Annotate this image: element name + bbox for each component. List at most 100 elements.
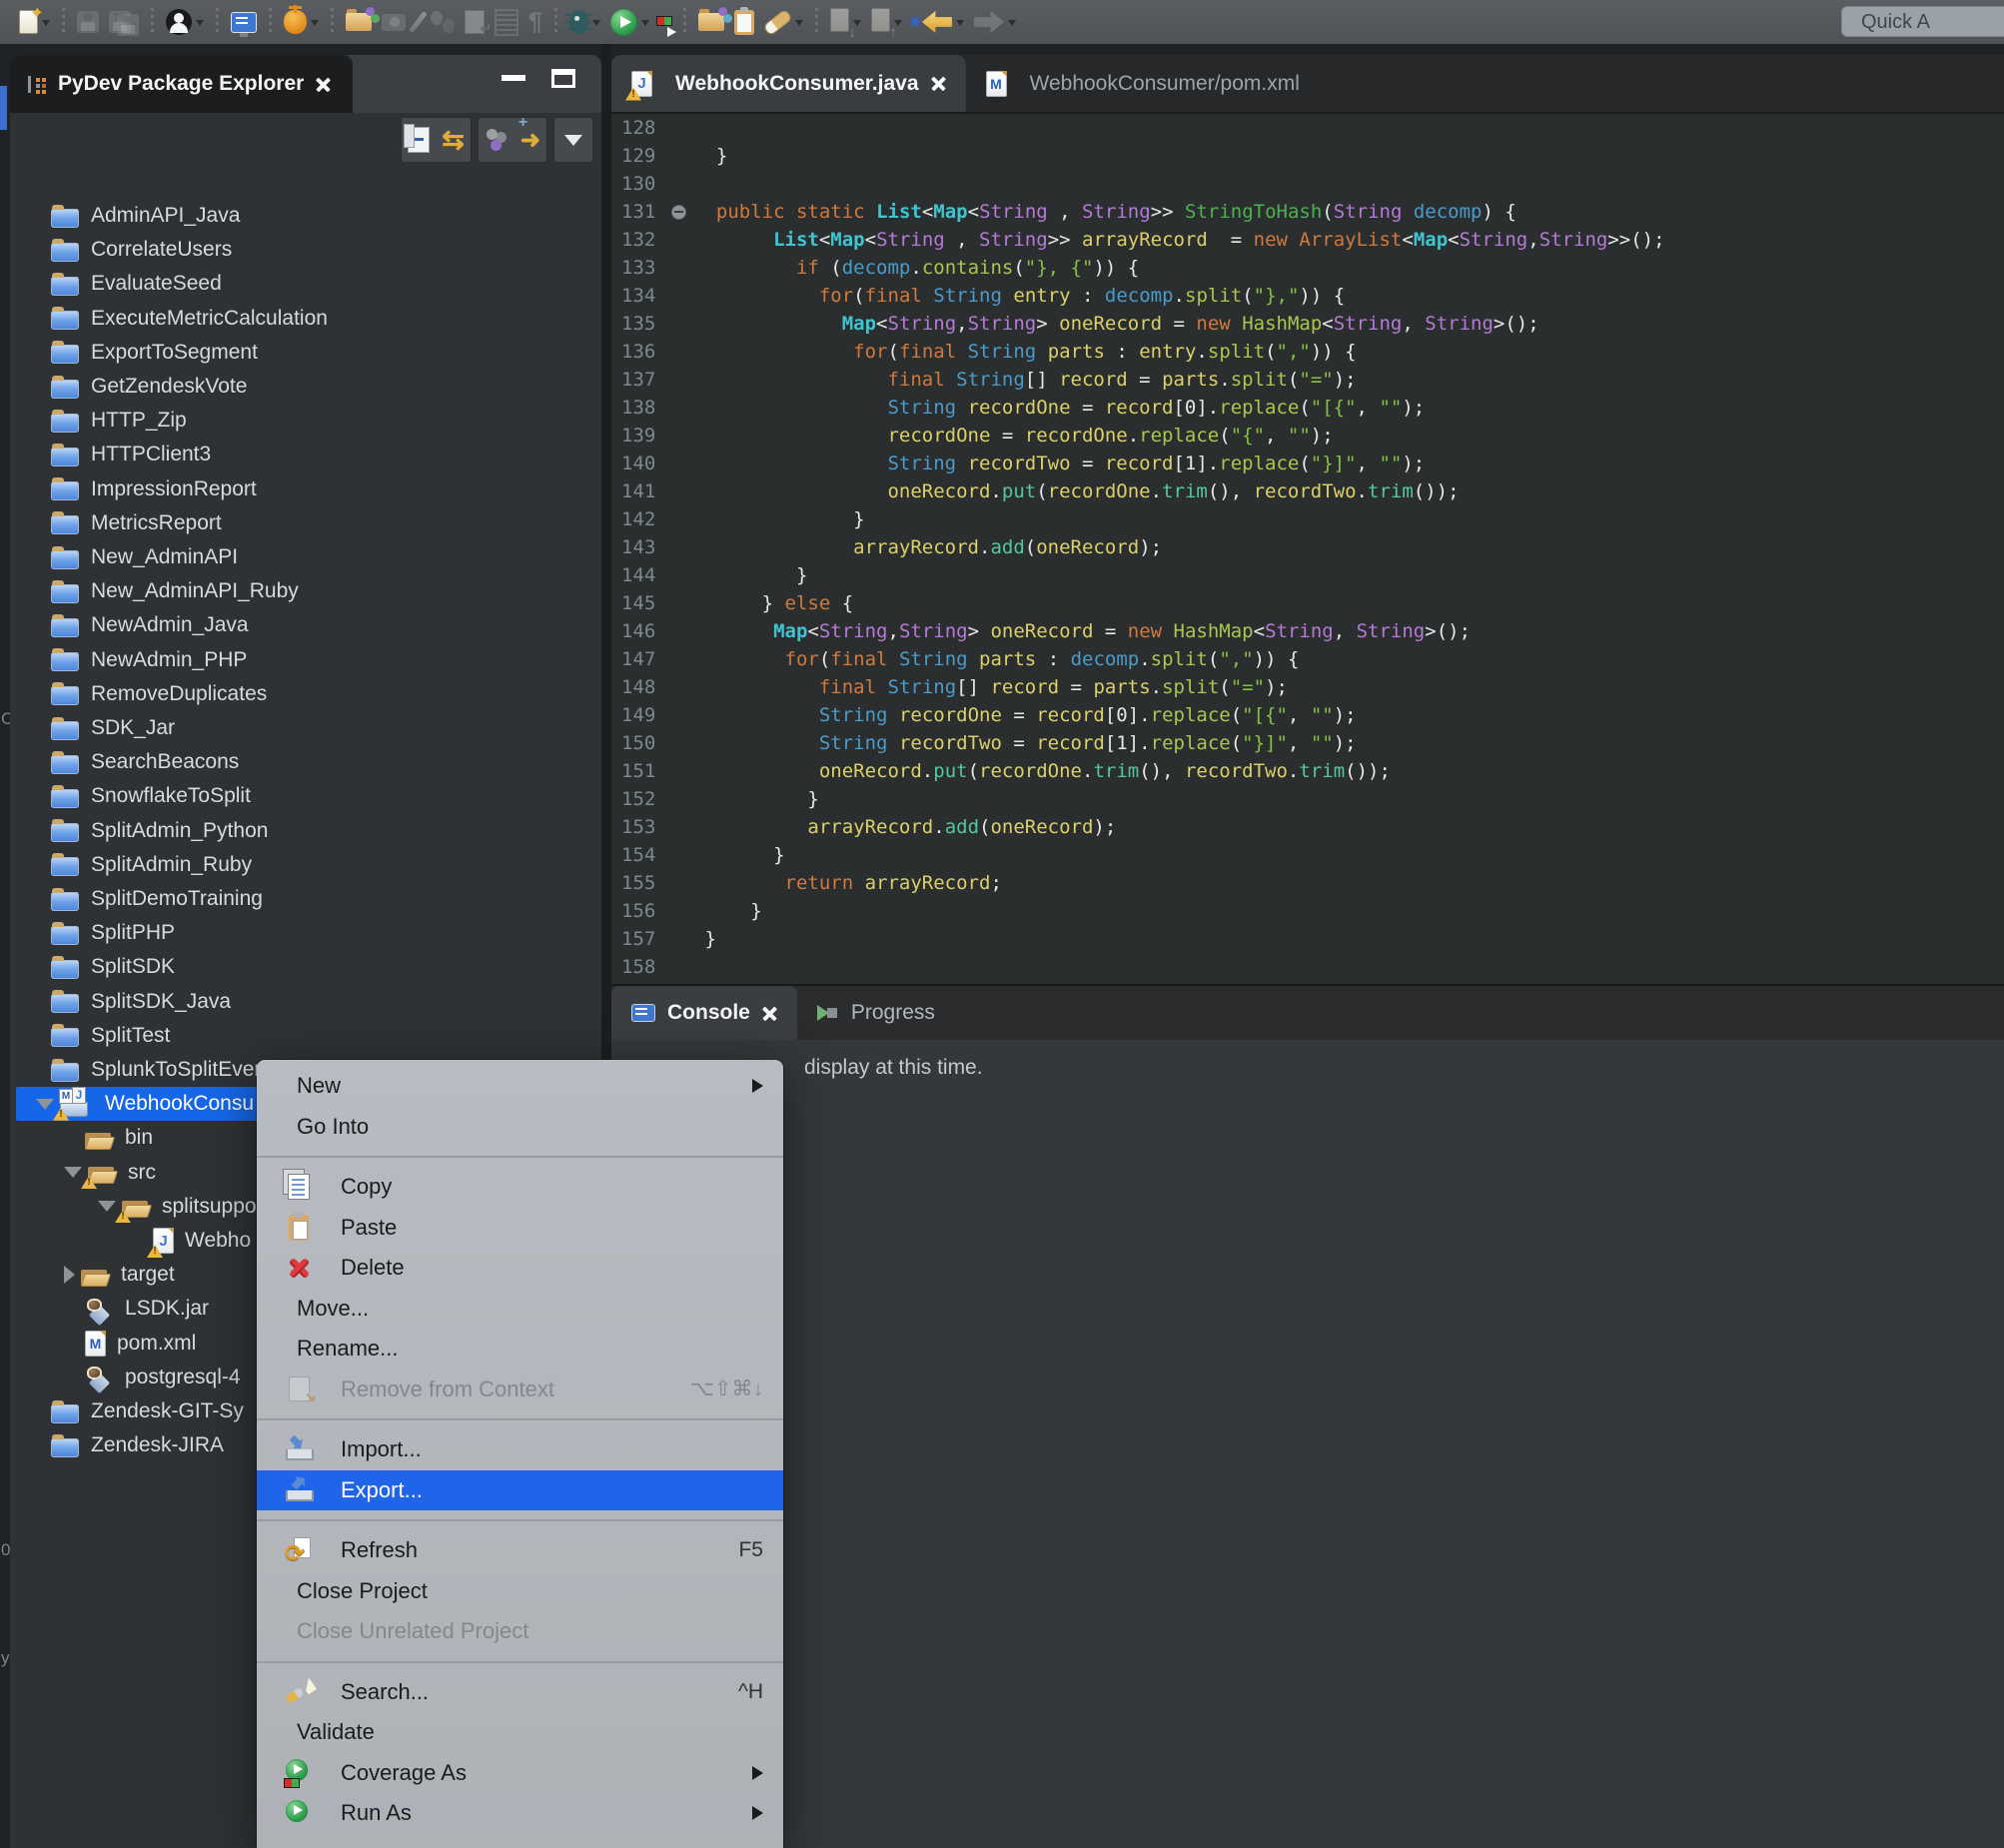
mylyn-task-button[interactable]: [284, 5, 319, 39]
chevron-down-icon[interactable]: [196, 20, 204, 30]
fold-marker-icon[interactable]: [671, 205, 686, 220]
menu-item-rename[interactable]: Rename...: [257, 1329, 783, 1370]
tree-item-http-zip[interactable]: HTTP_Zip: [10, 404, 601, 438]
tree-item-httpclient3[interactable]: HTTPClient3: [10, 438, 601, 471]
tree-item-correlateusers[interactable]: CorrelateUsers: [10, 233, 601, 267]
menu-item-new[interactable]: New: [257, 1066, 783, 1107]
menu-item-run-as[interactable]: Run As: [257, 1793, 783, 1834]
mark-occurrences-button[interactable]: [764, 5, 803, 39]
tree-item-splitsdk[interactable]: SplitSDK: [10, 950, 601, 984]
tree-item-label: MetricsReport: [91, 511, 222, 535]
console-view-button[interactable]: [231, 5, 257, 39]
tree-item-adminapi-java[interactable]: AdminAPI_Java: [10, 199, 601, 233]
menu-item-delete[interactable]: Delete: [257, 1248, 783, 1289]
menu-item-refresh[interactable]: RefreshF5: [257, 1530, 783, 1571]
menu-item-copy[interactable]: Copy: [257, 1167, 783, 1208]
tree-item-snowflaketosplit[interactable]: SnowflakeToSplit: [10, 779, 601, 813]
editor-tab-webhookconsumer-pom-xml[interactable]: MWebhookConsumer/pom.xml: [966, 55, 1320, 112]
open-type-button[interactable]: [698, 5, 724, 39]
compare-button[interactable]: [465, 5, 485, 39]
tree-item-metricsreport[interactable]: MetricsReport: [10, 506, 601, 540]
console-tab-progress[interactable]: Progress: [797, 986, 955, 1040]
menu-item-export[interactable]: Export...: [257, 1470, 783, 1511]
tree-item-new-adminapi[interactable]: New_AdminAPI: [10, 540, 601, 574]
close-icon[interactable]: [316, 77, 331, 92]
tree-item-evaluateseed[interactable]: EvaluateSeed: [10, 267, 601, 301]
close-icon[interactable]: [762, 1006, 777, 1021]
minimize-icon[interactable]: [501, 75, 525, 81]
console-tab-console[interactable]: Console: [611, 986, 797, 1040]
editor-tab-webhookconsumer-java[interactable]: J!WebhookConsumer.java: [611, 55, 966, 112]
tree-item-splitphp[interactable]: SplitPHP: [10, 916, 601, 950]
tree-item-splitadmin-python[interactable]: SplitAdmin_Python: [10, 814, 601, 848]
paste-clipboard-button[interactable]: [734, 5, 754, 39]
menu-item-import[interactable]: Import...: [257, 1429, 783, 1470]
focus-task-icon[interactable]: ➜: [520, 126, 540, 155]
folder-icon: [51, 444, 80, 466]
sketch-button[interactable]: [416, 5, 421, 39]
folder-icon: [51, 1434, 80, 1457]
bugs-button[interactable]: [431, 5, 455, 39]
tree-item-sdk-jar[interactable]: SDK_Jar: [10, 711, 601, 745]
run-button[interactable]: [610, 5, 649, 39]
tree-item-splitdemotraining[interactable]: SplitDemoTraining: [10, 882, 601, 916]
forward-button[interactable]: [974, 5, 1016, 39]
tree-item-splitadmin-ruby[interactable]: SplitAdmin_Ruby: [10, 848, 601, 882]
menu-item-move[interactable]: Move...: [257, 1289, 783, 1330]
save-all-button[interactable]: [109, 5, 139, 39]
chevron-down-icon[interactable]: [1008, 20, 1016, 30]
code-editor[interactable]: 128129 }130131 public static List<Map<St…: [611, 114, 2004, 984]
menu-item-search[interactable]: Search...^H: [257, 1672, 783, 1713]
chevron-down-icon[interactable]: [641, 20, 649, 30]
maximize-icon[interactable]: [551, 69, 575, 88]
collapse-all-icon[interactable]: [408, 127, 430, 153]
screenshot-button[interactable]: [382, 5, 406, 39]
debug-button[interactable]: [569, 5, 600, 39]
menu-item-label: Remove from Context: [341, 1377, 554, 1402]
show-whitespace-button[interactable]: ¶: [528, 5, 542, 39]
open-task-button[interactable]: [346, 5, 372, 39]
menu-item-label: Import...: [341, 1436, 422, 1462]
menu-separator: [257, 1661, 783, 1663]
expander-down-icon[interactable]: [64, 1167, 82, 1178]
quick-access-input[interactable]: Quick A: [1841, 6, 2004, 37]
tree-item-splittest[interactable]: SplitTest: [10, 1019, 601, 1053]
save-button[interactable]: [77, 5, 99, 39]
view-menu-icon[interactable]: [564, 135, 582, 146]
tree-item-splitsdk-java[interactable]: SplitSDK_Java: [10, 985, 601, 1019]
tab-pydev-package-explorer[interactable]: PyDev Package Explorer: [10, 55, 353, 113]
menu-item-paste[interactable]: Paste: [257, 1208, 783, 1249]
menu-item-close-project[interactable]: Close Project: [257, 1571, 783, 1612]
package-presentation-icon[interactable]: [485, 129, 508, 151]
profile-button[interactable]: [166, 5, 204, 39]
list-button[interactable]: [495, 5, 518, 39]
folder-icon: [51, 1024, 80, 1047]
menu-item-go-into[interactable]: Go Into: [257, 1107, 783, 1148]
coverage-button[interactable]: [659, 5, 671, 39]
expander-down-icon[interactable]: [98, 1201, 116, 1212]
chevron-down-icon[interactable]: [795, 20, 803, 30]
tree-item-removeduplicates[interactable]: RemoveDuplicates: [10, 677, 601, 711]
menu-item-coverage-as[interactable]: Coverage As: [257, 1753, 783, 1794]
link-with-editor-icon[interactable]: ⇆: [442, 128, 465, 152]
tree-item-getzendeskvote[interactable]: GetZendeskVote: [10, 370, 601, 404]
tree-item-executemetriccalculation[interactable]: ExecuteMetricCalculation: [10, 302, 601, 336]
tree-item-label: SplitTest: [91, 1024, 170, 1048]
tree-item-impressionreport[interactable]: ImpressionReport: [10, 472, 601, 506]
close-icon[interactable]: [931, 76, 946, 91]
menu-item-validate[interactable]: Validate: [257, 1712, 783, 1753]
prev-annotation-button[interactable]: ↑: [871, 5, 902, 39]
chevron-down-icon[interactable]: [956, 20, 964, 30]
expander-right-icon[interactable]: [64, 1266, 75, 1284]
tree-item-newadmin-php[interactable]: NewAdmin_PHP: [10, 643, 601, 677]
expander-down-icon[interactable]: [36, 1099, 54, 1110]
tree-item-searchbeacons[interactable]: SearchBeacons: [10, 745, 601, 779]
tree-item-new-adminapi-ruby[interactable]: New_AdminAPI_Ruby: [10, 574, 601, 608]
back-button[interactable]: [922, 5, 964, 39]
chevron-down-icon[interactable]: [592, 20, 600, 30]
tree-item-exporttosegment[interactable]: ExportToSegment: [10, 336, 601, 370]
tree-item-newadmin-java[interactable]: NewAdmin_Java: [10, 608, 601, 642]
new-wizard-button[interactable]: ✦: [19, 5, 50, 39]
next-annotation-button[interactable]: ↓: [830, 5, 861, 39]
chevron-down-icon[interactable]: [311, 20, 319, 30]
